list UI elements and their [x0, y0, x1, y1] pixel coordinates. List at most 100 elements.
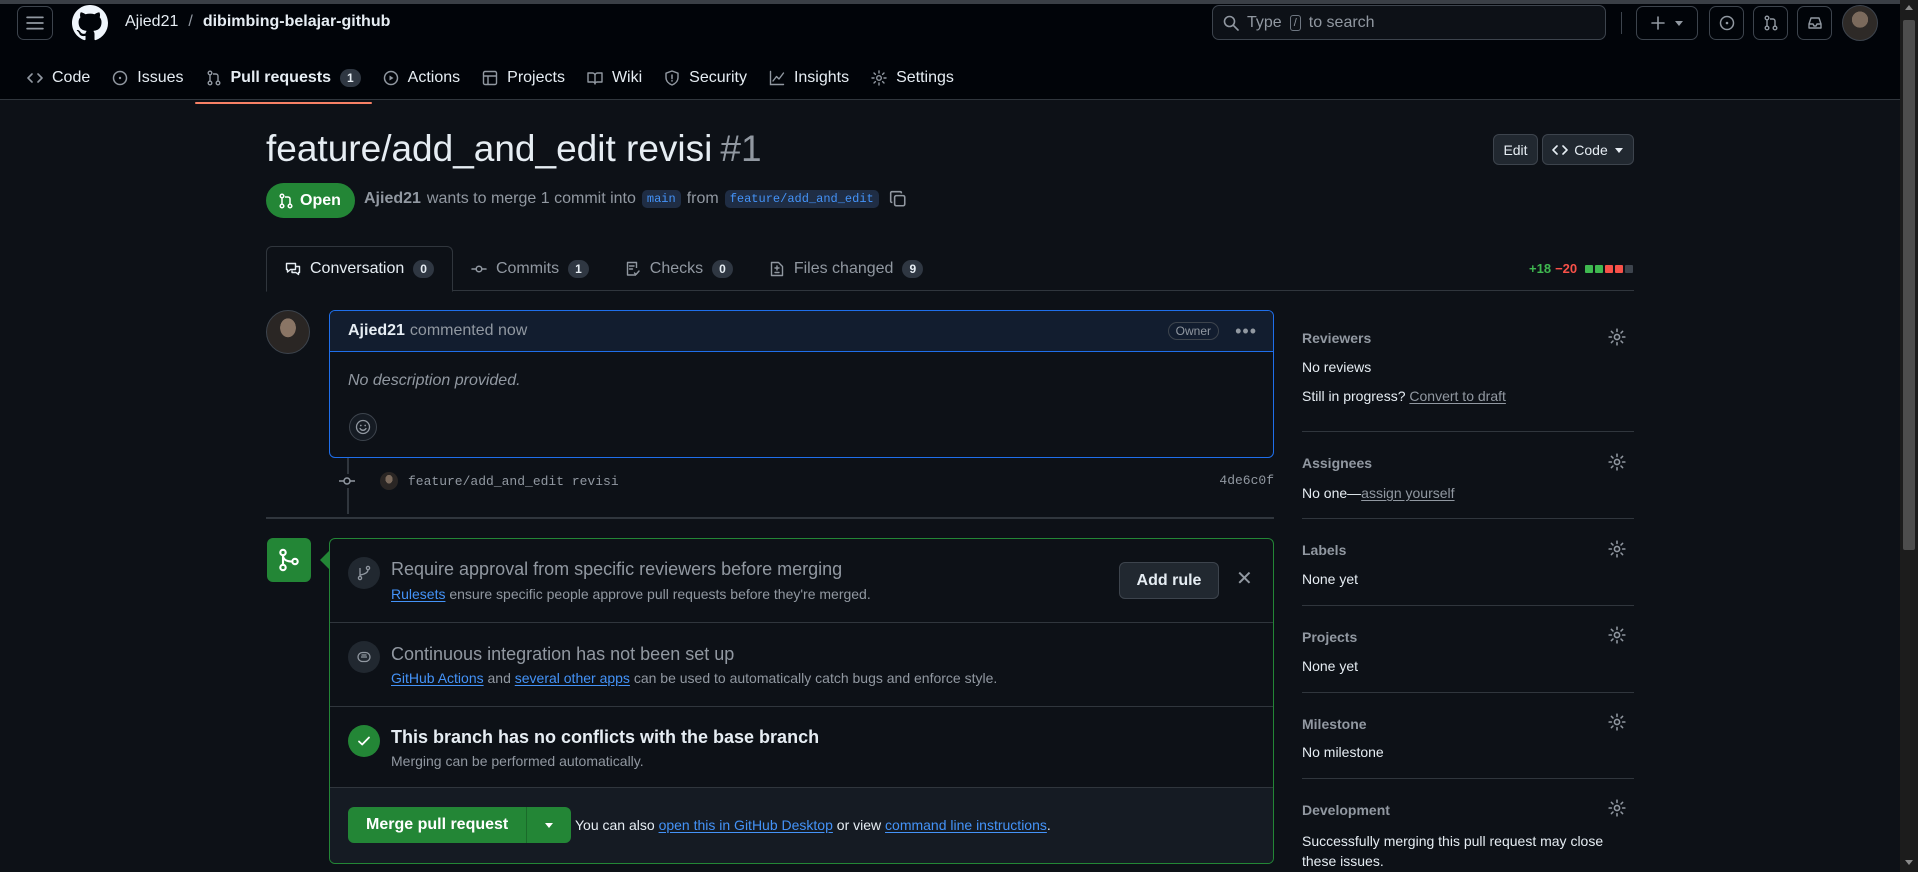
nav-insights[interactable]: Insights — [758, 58, 860, 98]
nav-pull-requests[interactable]: Pull requests 1 — [194, 58, 372, 104]
menu-button[interactable] — [17, 6, 53, 40]
development-title: Development — [1302, 802, 1390, 818]
pr-number: #1 — [720, 128, 762, 169]
smiley-icon — [355, 419, 371, 435]
nav-wiki-label: Wiki — [611, 69, 643, 86]
copy-icon[interactable] — [889, 190, 907, 208]
comment-author-avatar[interactable] — [266, 310, 310, 354]
scroll-down-arrow-icon[interactable] — [1905, 860, 1913, 865]
play-icon — [383, 70, 398, 86]
add-reaction-button[interactable] — [349, 413, 377, 441]
code-dropdown-button[interactable]: Code — [1542, 134, 1634, 165]
conflict-title: This branch has no conflicts with the ba… — [391, 727, 820, 747]
sidebar-assignees: Assignees No one—assign yourself — [1302, 432, 1634, 519]
tab-commits-count: 1 — [568, 259, 589, 278]
assignees-title: Assignees — [1302, 455, 1373, 471]
pull-requests-button[interactable] — [1753, 6, 1788, 40]
search-input[interactable]: Type / to search — [1212, 5, 1606, 40]
gear-icon[interactable] — [1608, 799, 1626, 817]
gear-icon[interactable] — [1608, 328, 1626, 346]
tab-checks-count: 0 — [712, 259, 733, 278]
merge-pull-request-button[interactable]: Merge pull request — [348, 807, 528, 843]
merge-footer-text: You can also open this in GitHub Desktop… — [575, 817, 1051, 833]
ruleset-desc-text: ensure specific people approve pull requ… — [449, 586, 871, 602]
reviewers-value: No reviews — [1302, 359, 1372, 375]
pr-author-link[interactable]: Ajied21 — [364, 190, 421, 208]
commit-author-avatar[interactable] — [380, 472, 398, 490]
tab-conversation[interactable]: Conversation 0 — [266, 246, 453, 292]
github-actions-link[interactable]: GitHub Actions — [391, 670, 484, 686]
cli-instructions-link[interactable]: command line instructions — [885, 817, 1047, 833]
gear-icon[interactable] — [1608, 453, 1626, 471]
base-branch[interactable]: main — [641, 190, 681, 208]
comment-meta: commented now — [409, 322, 528, 339]
merge-text: wants to merge 1 commit into — [426, 190, 636, 207]
repo-name-link[interactable]: dibimbing-belajar-github — [203, 13, 391, 31]
inbox-button[interactable] — [1797, 6, 1832, 40]
commit-message[interactable]: feature/add_and_edit revisi — [408, 474, 619, 489]
footer-end: . — [1046, 817, 1051, 833]
ci-section: Continuous integration has not been set … — [330, 623, 1273, 707]
pr-tabs: Conversation 0 Commits 1 Checks 0 Files … — [266, 246, 1634, 292]
triangle-down-icon — [1675, 21, 1683, 26]
tab-checks[interactable]: Checks 0 — [607, 246, 751, 291]
triangle-down-icon — [545, 823, 554, 828]
diffstat-block — [1585, 264, 1594, 273]
kebab-horizontal-icon[interactable]: ••• — [1235, 321, 1257, 342]
scroll-up-arrow-icon[interactable] — [1905, 5, 1913, 10]
gear-icon[interactable] — [1608, 713, 1626, 731]
assign-yourself-link[interactable]: assign yourself — [1361, 485, 1454, 501]
edit-title-button[interactable]: Edit — [1493, 134, 1538, 165]
reviewers-title: Reviewers — [1302, 330, 1372, 346]
merge-method-dropdown[interactable] — [527, 807, 572, 843]
comment-author[interactable]: Ajied21 — [348, 322, 405, 340]
nav-wiki[interactable]: Wiki — [576, 58, 653, 98]
gear-icon[interactable] — [1608, 626, 1626, 644]
book-icon — [587, 72, 603, 85]
nav-actions[interactable]: Actions — [372, 58, 471, 98]
convert-to-draft-link[interactable]: Convert to draft — [1409, 388, 1506, 404]
ruleset-suggestion: Require approval from specific reviewers… — [330, 539, 1273, 623]
diffstat-block — [1625, 264, 1634, 273]
scrollbar-thumb[interactable] — [1903, 20, 1915, 550]
rulesets-link[interactable]: Rulesets — [391, 586, 445, 602]
nav-projects[interactable]: Projects — [471, 58, 576, 98]
commit-sha[interactable]: 4de6c0f — [1219, 473, 1274, 488]
nav-settings[interactable]: Settings — [860, 58, 965, 98]
assignees-value: No one—assign yourself — [1302, 485, 1455, 501]
merge-box-caret — [320, 551, 329, 569]
triangle-down-icon — [1614, 147, 1623, 153]
diffstat-block — [1595, 264, 1604, 273]
nav-issues[interactable]: Issues — [101, 58, 194, 98]
tab-files-changed[interactable]: Files changed 9 — [751, 246, 941, 291]
nav-settings-label: Settings — [896, 69, 954, 86]
issue-opened-icon — [1719, 15, 1734, 31]
comment-discussion-icon — [285, 262, 301, 276]
tab-conversation-label: Conversation — [310, 260, 405, 277]
user-avatar[interactable] — [1842, 5, 1878, 41]
tab-commits[interactable]: Commits 1 — [453, 246, 607, 291]
gear-icon[interactable] — [1608, 540, 1626, 558]
table-icon — [482, 70, 498, 86]
other-apps-link[interactable]: several other apps — [515, 670, 630, 686]
pull-requests-count: 1 — [339, 69, 361, 87]
issues-button[interactable] — [1709, 6, 1744, 40]
code-icon — [1552, 144, 1569, 155]
head-branch[interactable]: feature/add_and_edit — [724, 190, 879, 208]
open-desktop-link[interactable]: open this in GitHub Desktop — [659, 817, 833, 833]
git-pull-request-icon — [1764, 15, 1777, 31]
nav-code[interactable]: Code — [16, 58, 101, 98]
ci-desc-text: can be used to automatically catch bugs … — [633, 670, 998, 686]
create-new-button[interactable] — [1636, 6, 1698, 40]
github-logo-icon[interactable] — [72, 5, 108, 41]
milestone-value: No milestone — [1302, 744, 1384, 760]
add-rule-button[interactable]: Add rule — [1119, 562, 1219, 599]
search-icon — [1223, 15, 1239, 31]
nav-security[interactable]: Security — [653, 58, 758, 98]
repo-owner-link[interactable]: Ajied21 — [125, 13, 178, 31]
merge-box: Require approval from specific reviewers… — [329, 538, 1274, 864]
close-icon[interactable]: ✕ — [1236, 569, 1253, 589]
footer-prefix: You can also — [575, 817, 655, 833]
ruleset-title: Require approval from specific reviewers… — [391, 559, 843, 579]
pr-merge-summary: Ajied21 wants to merge 1 commit into mai… — [364, 190, 907, 208]
